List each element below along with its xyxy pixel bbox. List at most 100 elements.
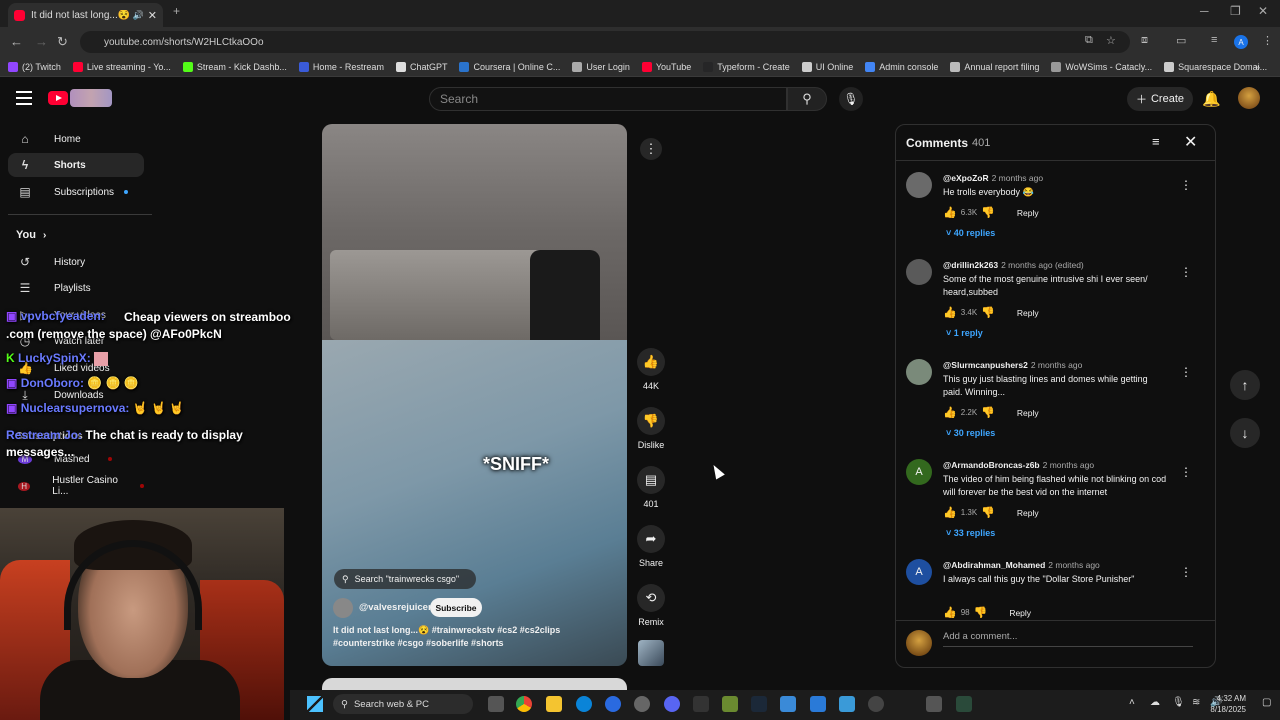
close-window-icon[interactable]: ✕ [1258, 4, 1268, 18]
sidebar-sub-hustler[interactable]: H Hustler Casino Li... [8, 474, 144, 498]
view-replies-button[interactable]: ˅ 1 reply [946, 328, 983, 338]
file-explorer-icon[interactable] [546, 696, 562, 712]
address-bar[interactable]: youtube.com/shorts/W2HLCtkaOOo [80, 31, 1130, 53]
comment-dislike-icon[interactable]: 👎 [981, 406, 995, 419]
search-button[interactable]: ⚲ [787, 87, 827, 111]
bookmark-star-icon[interactable]: ☆ [1106, 34, 1116, 47]
discord-icon[interactable] [664, 696, 680, 712]
comment-dislike-icon[interactable]: 👎 [981, 206, 995, 219]
comment-author[interactable]: @Abdirahman_Mohamed 2 months ago [943, 560, 1100, 570]
close-comments-icon[interactable]: ✕ [1184, 132, 1197, 152]
bookmark-item[interactable]: (2) Twitch [8, 61, 61, 72]
photos-icon[interactable] [780, 696, 796, 712]
search-input[interactable]: Search [429, 87, 787, 111]
comment-author[interactable]: @eXpoZoR 2 months ago [943, 173, 1043, 183]
bookmark-item[interactable]: Squarespace Domai... [1164, 61, 1267, 72]
bookmark-item[interactable]: Typeform - Create [703, 61, 790, 72]
notifications-bell-icon[interactable]: 🔔 [1202, 90, 1221, 108]
comment-like-icon[interactable]: 👍 [943, 606, 957, 619]
view-replies-button[interactable]: ˅ 33 replies [946, 528, 995, 538]
tray-mic-icon[interactable]: 🎙 [1172, 697, 1185, 708]
remix-button[interactable]: ⟲ Remix [637, 584, 665, 627]
minimize-icon[interactable]: ─ [1200, 4, 1209, 18]
sidepanel-icon[interactable]: ▭ [1176, 34, 1186, 47]
extensions-icon[interactable]: ⧈ [1141, 34, 1148, 47]
user-avatar[interactable] [1238, 87, 1260, 109]
video-title[interactable]: It did not last long...😵 #trainwreckstv … [333, 624, 583, 650]
comment-like-icon[interactable]: 👍 [943, 206, 957, 219]
app-window-icon[interactable] [926, 696, 942, 712]
sidebar-item-history[interactable]: ↺ History [8, 250, 144, 274]
notification-center-icon[interactable]: ▢ [1262, 697, 1271, 708]
bookmark-item[interactable]: Annual report filing [950, 61, 1039, 72]
comment-menu-icon[interactable]: ⋮ [1180, 178, 1192, 192]
bookmark-item[interactable]: User Login [572, 61, 630, 72]
bookmarks-overflow-icon[interactable]: » [1255, 62, 1260, 72]
channel-name[interactable]: @valvesrejuicer [359, 602, 432, 613]
view-replies-button[interactable]: ˅ 40 replies [946, 228, 995, 238]
tray-cloud-icon[interactable]: ☁ [1150, 697, 1160, 708]
close-tab-icon[interactable]: ✕ [148, 9, 157, 22]
browser-menu-icon[interactable]: ⋮ [1262, 34, 1273, 47]
profile-avatar[interactable]: A [1234, 35, 1248, 49]
edge-icon[interactable] [576, 696, 592, 712]
comment-dislike-icon[interactable]: 👎 [981, 506, 995, 519]
dislike-button[interactable]: 👎 Dislike [637, 407, 665, 450]
subscribe-button[interactable]: Subscribe [430, 598, 482, 617]
comment-like-icon[interactable]: 👍 [943, 406, 957, 419]
youtube-doodle-logo[interactable] [70, 89, 112, 107]
speaker-icon[interactable]: 🔊 [133, 10, 144, 21]
comment-like-icon[interactable]: 👍 [943, 506, 957, 519]
minecraft-icon[interactable] [722, 696, 738, 712]
sidebar-item-shorts[interactable]: ϟ Shorts [8, 153, 144, 177]
back-icon[interactable]: ← [10, 34, 23, 49]
app-icon[interactable] [605, 696, 621, 712]
bookmark-item[interactable]: Stream - Kick Dashb... [182, 61, 287, 72]
install-app-icon[interactable]: ⧉ [1085, 34, 1093, 47]
comment-menu-icon[interactable]: ⋮ [1180, 365, 1192, 379]
bookmark-item[interactable]: Admin console [865, 61, 938, 72]
create-button[interactable]: ＋ Create [1127, 87, 1193, 111]
task-view-icon[interactable] [488, 696, 504, 712]
store-icon[interactable] [810, 696, 826, 712]
forward-icon[interactable]: → [35, 34, 48, 49]
sort-icon[interactable]: ≡ [1152, 134, 1160, 149]
you-section-header[interactable]: You › [16, 229, 46, 241]
channel-avatar[interactable] [333, 598, 353, 618]
more-options-icon[interactable]: ⋮ [640, 138, 662, 160]
taskbar-clock[interactable]: 4:32 AM 8/18/2025 [1200, 693, 1246, 715]
terminal-icon[interactable] [956, 696, 972, 712]
comment-menu-icon[interactable]: ⋮ [1180, 465, 1192, 479]
comments-button[interactable]: ▤ 401 [637, 466, 665, 509]
comment-author[interactable]: @Slurmcanpushers2 2 months ago [943, 360, 1082, 370]
browser-tab[interactable]: It did not last long...😵 #tr 🔊 ✕ [8, 3, 163, 27]
previous-short-button[interactable]: ↑ [1230, 370, 1260, 400]
comment-author[interactable]: @ArmandoBroncas-z6b 2 months ago [943, 460, 1094, 470]
windows-start-icon[interactable] [307, 696, 323, 712]
commenter-avatar[interactable]: A [906, 559, 932, 585]
commenter-avatar[interactable]: A [906, 459, 932, 485]
reply-button[interactable]: Reply [1017, 408, 1039, 418]
youtube-logo-icon[interactable] [48, 91, 68, 105]
bookmark-item[interactable]: WoWSims - Catacly... [1051, 61, 1152, 72]
reply-button[interactable]: Reply [1009, 608, 1031, 618]
notepad-icon[interactable] [839, 696, 855, 712]
taskbar-search[interactable]: ⚲ Search web & PC [333, 694, 473, 714]
bookmark-item[interactable]: ChatGPT [395, 61, 447, 72]
reply-button[interactable]: Reply [1017, 208, 1039, 218]
bookmark-item[interactable]: Home - Restream [298, 61, 384, 72]
sidebar-item-playlists[interactable]: ☰ Playlists [8, 276, 144, 300]
next-short-button[interactable]: ↓ [1230, 418, 1260, 448]
view-replies-button[interactable]: ˅ 30 replies [946, 428, 995, 438]
comment-dislike-icon[interactable]: 👎 [974, 606, 988, 619]
obs-icon[interactable] [634, 696, 650, 712]
chrome-icon[interactable] [516, 696, 532, 712]
like-button[interactable]: 👍 44K [637, 348, 665, 391]
commenter-avatar[interactable] [906, 172, 932, 198]
bookmark-item[interactable]: YouTube [641, 61, 691, 72]
bookmark-item[interactable]: UI Online [801, 61, 853, 72]
tray-chevron-up-icon[interactable]: ˄ [1129, 697, 1135, 708]
settings-icon[interactable] [868, 696, 884, 712]
hamburger-menu-icon[interactable] [16, 91, 32, 105]
commenter-avatar[interactable] [906, 359, 932, 385]
